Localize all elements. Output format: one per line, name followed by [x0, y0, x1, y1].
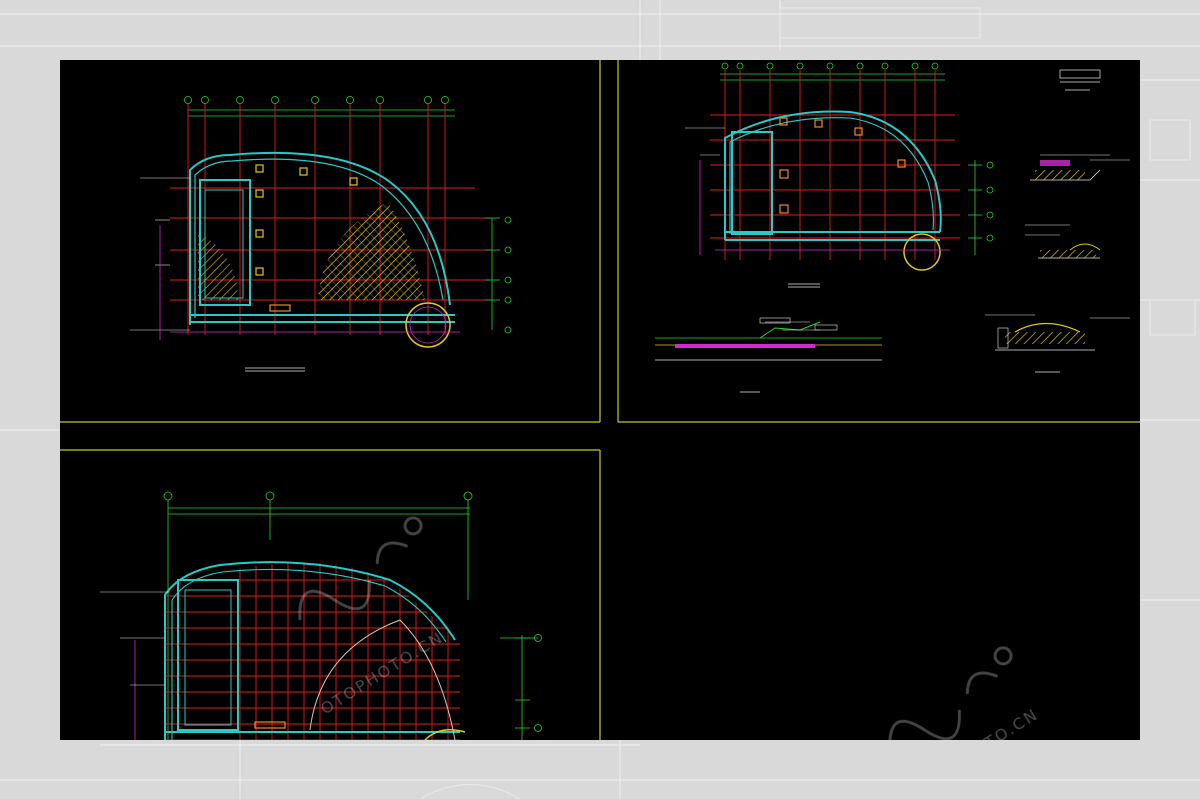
outer-wall-2 — [724, 110, 942, 241]
axis-bubbles-top — [184, 96, 455, 117]
axis-bubbles-top-2 — [720, 62, 945, 81]
planting-hatch — [198, 202, 425, 300]
cad-drawing-sheet: OTOPHOTO.CN OTOPHOTO.CN — [60, 60, 1140, 740]
watermark — [298, 516, 1013, 740]
section-elevation — [655, 317, 882, 393]
column-grid — [170, 104, 490, 335]
floor-plan-2 — [655, 62, 1130, 393]
watermark-text: OTOPHOTO.CN — [317, 627, 447, 718]
right-dimension — [485, 216, 512, 334]
floor-plan-1 — [130, 96, 512, 372]
detail-sections — [985, 69, 1130, 373]
nipic-logo-icon — [298, 516, 423, 621]
